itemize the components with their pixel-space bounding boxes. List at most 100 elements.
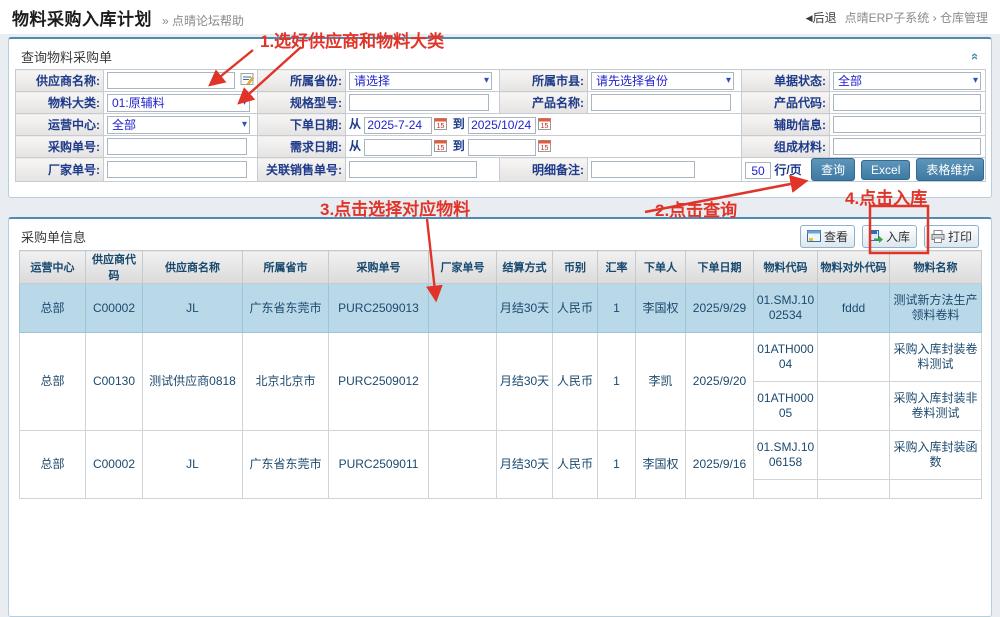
table-cell: 总部	[20, 431, 86, 499]
demand-date-from-input[interactable]	[364, 139, 432, 156]
print-button[interactable]: 打印	[924, 225, 979, 248]
calendar-icon[interactable]: 15	[538, 117, 551, 130]
query-form: 供应商名称: 所属省份: 请选择▾ 所属市县: 请先选择省份▾ 单据状态: 全部…	[15, 69, 986, 182]
calendar-icon[interactable]: 15	[538, 139, 551, 152]
breadcrumb-system[interactable]: 点晴ERP子系统	[845, 11, 930, 25]
svg-text:15: 15	[437, 123, 445, 130]
table-cell: 李国权	[636, 431, 686, 499]
excel-button[interactable]: Excel	[861, 160, 910, 180]
related-sales-no-label: 关联销售单号:	[258, 158, 346, 182]
table-cell: 人民币	[553, 431, 598, 499]
query-button[interactable]: 查询	[811, 158, 855, 181]
table-cell: 月结30天	[497, 431, 553, 499]
breadcrumb-module[interactable]: 仓库管理	[940, 11, 988, 25]
collapse-panel-icon[interactable]: «	[968, 52, 983, 59]
province-select[interactable]: 请选择▾	[349, 72, 492, 90]
doc-status-label: 单据状态:	[742, 70, 830, 92]
table-cell: 总部	[20, 284, 86, 333]
related-sales-no-input[interactable]	[349, 161, 477, 178]
purchase-no-label: 采购单号:	[16, 136, 104, 158]
detail-remark-input[interactable]	[591, 161, 695, 178]
chevron-down-icon: ▾	[242, 97, 247, 108]
forum-help-link[interactable]: » 点晴论坛帮助	[162, 12, 244, 29]
factory-no-input[interactable]	[107, 161, 247, 178]
table-cell: 采购入库封装函数	[890, 431, 982, 480]
print-icon	[931, 230, 945, 243]
table-cell: fddd	[818, 284, 890, 333]
inbound-button[interactable]: 入库	[862, 225, 917, 248]
table-cell: 总部	[20, 333, 86, 431]
query-panel: 查询物料采购单 « 供应商名称: 所属省份: 请选择▾ 所属市县: 请先选择省份…	[8, 37, 992, 198]
annotation-step3: 3.点击选择对应物料	[320, 195, 470, 220]
lookup-icon[interactable]	[240, 72, 254, 86]
column-header: 所属省市	[243, 251, 329, 284]
column-header: 运营中心	[20, 251, 86, 284]
calendar-icon[interactable]: 15	[434, 117, 447, 130]
city-select[interactable]: 请先选择省份▾	[591, 72, 734, 90]
table-cell: JL	[143, 431, 243, 499]
demand-date-to-input[interactable]	[468, 139, 536, 156]
inbound-icon	[869, 230, 883, 243]
column-header: 物料对外代码	[818, 251, 890, 284]
table-maintain-button[interactable]: 表格维护	[916, 158, 984, 181]
column-header: 下单日期	[686, 251, 754, 284]
calendar-icon[interactable]: 15	[434, 139, 447, 152]
order-date-to-input[interactable]	[468, 117, 536, 134]
column-header: 币别	[553, 251, 598, 284]
column-header: 厂家单号	[429, 251, 497, 284]
back-arrow-icon: ◀	[806, 13, 813, 23]
annotation-step1: 1.选好供应商和物料大类	[260, 27, 444, 52]
chevron-down-icon: ▾	[973, 75, 978, 86]
order-date-label: 下单日期:	[258, 114, 346, 136]
back-link[interactable]: ◀后退	[806, 9, 837, 26]
table-cell: 1	[598, 333, 636, 431]
table-cell: 1	[598, 431, 636, 499]
table-cell: 2025/9/20	[686, 333, 754, 431]
table-cell	[429, 284, 497, 333]
table-row[interactable]: 总部C00002JL广东省东莞市PURC2509011月结30天人民币1李国权2…	[20, 431, 982, 480]
table-cell: C00130	[86, 333, 143, 431]
table-cell: 01ATH00004	[754, 333, 818, 382]
detail-remark-label: 明细备注:	[500, 158, 588, 182]
material-category-select[interactable]: 01:原辅料▾	[107, 94, 250, 112]
supplier-name-input[interactable]	[107, 72, 235, 89]
page-title: 物料采购入库计划	[12, 5, 152, 30]
product-code-input[interactable]	[833, 94, 981, 111]
table-cell: JL	[143, 284, 243, 333]
materials-comp-input[interactable]	[833, 138, 981, 155]
factory-no-label: 厂家单号:	[16, 158, 104, 182]
doc-status-select[interactable]: 全部▾	[833, 72, 981, 90]
table-cell: 01ATH00005	[754, 382, 818, 431]
table-cell: 采购入库封装非卷料测试	[890, 382, 982, 431]
table-cell: 01.SMJ.1002534	[754, 284, 818, 333]
rows-per-page-input[interactable]	[745, 162, 771, 179]
column-header: 物料名称	[890, 251, 982, 284]
product-code-label: 产品代码:	[742, 92, 830, 114]
table-row[interactable]: 总部C00002JL广东省东莞市PURC2509013月结30天人民币1李国权2…	[20, 284, 982, 333]
order-date-from-input[interactable]	[364, 117, 432, 134]
column-header: 下单人	[636, 251, 686, 284]
table-row[interactable]: 总部C00130测试供应商0818北京北京市PURC2509012月结30天人民…	[20, 333, 982, 382]
city-label: 所属市县:	[500, 70, 588, 92]
operation-center-select[interactable]: 全部▾	[107, 116, 250, 134]
table-cell: 李国权	[636, 284, 686, 333]
table-cell: 1	[598, 284, 636, 333]
product-name-input[interactable]	[591, 94, 731, 111]
table-cell: 北京北京市	[243, 333, 329, 431]
view-button[interactable]: 查看	[800, 225, 855, 248]
order-date-to-label: 到	[453, 117, 465, 131]
product-name-label: 产品名称:	[500, 92, 588, 114]
province-label: 所属省份:	[258, 70, 346, 92]
spec-model-label: 规格型号:	[258, 92, 346, 114]
aux-info-input[interactable]	[833, 116, 981, 133]
column-header: 汇率	[598, 251, 636, 284]
spec-model-input[interactable]	[349, 94, 489, 111]
breadcrumb: 点晴ERP子系统 › 仓库管理	[845, 9, 988, 26]
table-cell: 人民币	[553, 333, 598, 431]
operation-center-label: 运营中心:	[16, 114, 104, 136]
table-cell: 广东省东莞市	[243, 431, 329, 499]
table-cell: 2025/9/16	[686, 431, 754, 499]
supplier-name-label: 供应商名称:	[16, 70, 104, 92]
demand-date-from-label: 从	[349, 139, 361, 153]
purchase-no-input[interactable]	[107, 138, 247, 155]
